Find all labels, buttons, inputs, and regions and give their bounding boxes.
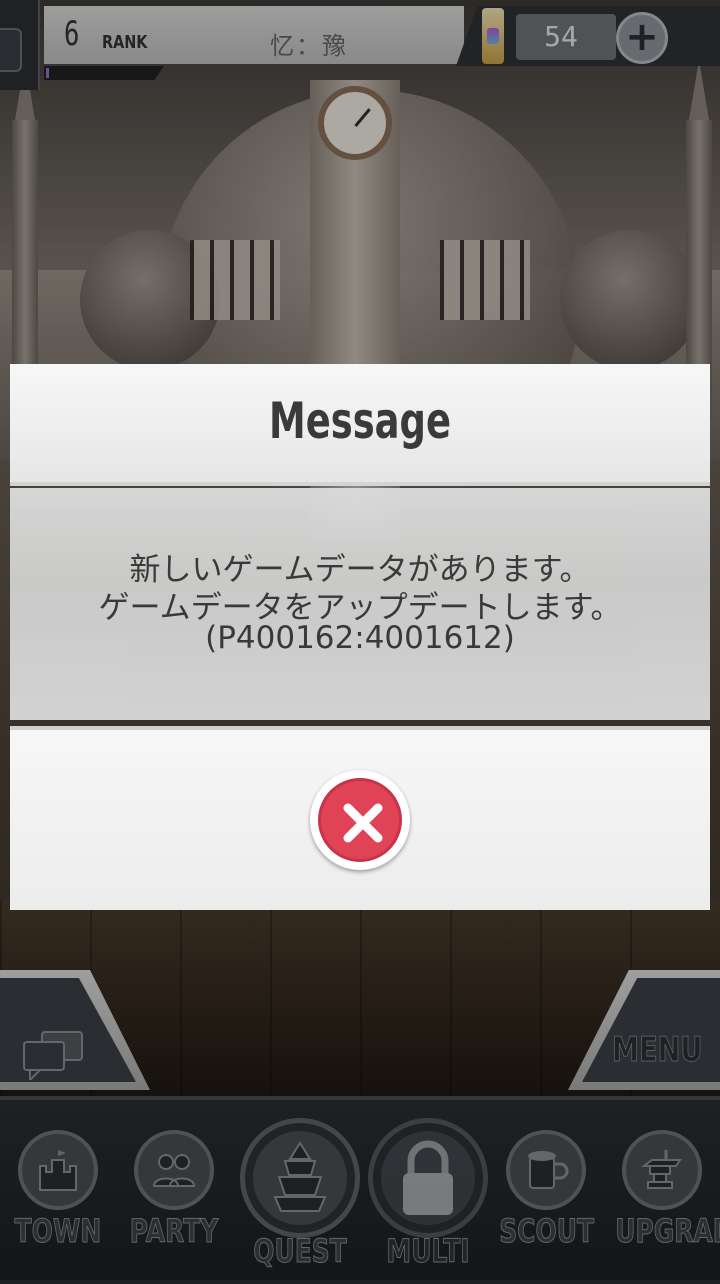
message-dialog: Message 新しいゲームデータがあります。 ゲームデータをアップデートします… [10, 364, 710, 910]
close-x-icon [343, 803, 383, 843]
dialog-header: Message [10, 364, 710, 486]
dialog-error-code: (P400162:4001612) [205, 620, 515, 656]
dialog-body: 新しいゲームデータがあります。 ゲームデータをアップデートします。 (P4001… [10, 488, 710, 720]
dialog-footer [10, 726, 710, 910]
close-button[interactable] [310, 770, 410, 870]
close-button-face [315, 775, 405, 865]
dialog-title: Message [269, 392, 451, 450]
